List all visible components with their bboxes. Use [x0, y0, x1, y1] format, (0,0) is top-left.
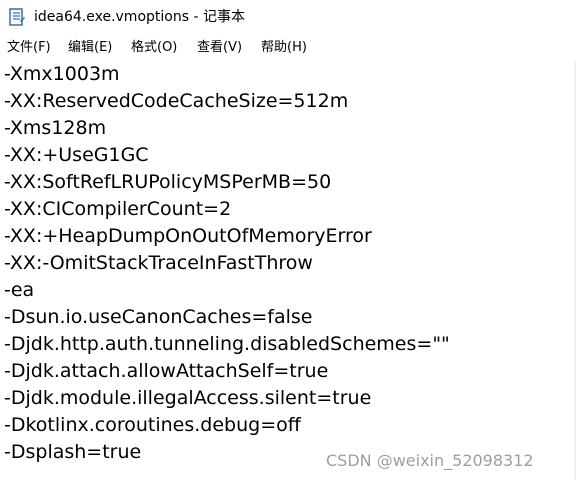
- title-bar: idea64.exe.vmoptions - 记事本: [0, 0, 576, 34]
- window-title: idea64.exe.vmoptions - 记事本: [34, 9, 245, 25]
- editor-line[interactable]: -XX:+UseG1GC: [4, 142, 149, 169]
- menu-view[interactable]: 查看(V): [197, 39, 242, 57]
- menu-bar: 文件(F) 编辑(E) 格式(O) 查看(V) 帮助(H): [0, 36, 576, 60]
- menu-file[interactable]: 文件(F): [7, 39, 51, 57]
- watermark: CSDN @weixin_52098312: [326, 451, 534, 470]
- editor-line[interactable]: -XX:SoftRefLRUPolicyMSPerMB=50: [4, 169, 331, 196]
- editor-line[interactable]: -Dsun.io.useCanonCaches=false: [4, 304, 312, 331]
- menu-edit[interactable]: 编辑(E): [68, 39, 112, 57]
- editor-line[interactable]: -XX:+HeapDumpOnOutOfMemoryError: [4, 223, 372, 250]
- text-editor[interactable]: -Xmx1003m -XX:ReservedCodeCacheSize=512m…: [0, 61, 576, 480]
- menu-format[interactable]: 格式(O): [131, 39, 177, 57]
- editor-line[interactable]: -Xmx1003m: [4, 61, 120, 88]
- editor-line[interactable]: -XX:ReservedCodeCacheSize=512m: [4, 88, 348, 115]
- editor-line[interactable]: -ea: [4, 277, 34, 304]
- editor-line[interactable]: -XX:CICompilerCount=2: [4, 196, 231, 223]
- menu-help[interactable]: 帮助(H): [261, 39, 307, 57]
- editor-line[interactable]: -Djdk.attach.allowAttachSelf=true: [4, 358, 328, 385]
- editor-line[interactable]: -Djdk.http.auth.tunneling.disabledScheme…: [4, 331, 450, 358]
- notepad-icon[interactable]: [8, 7, 26, 27]
- editor-line[interactable]: -Djdk.module.illegalAccess.silent=true: [4, 385, 371, 412]
- editor-line[interactable]: -Dkotlinx.coroutines.debug=off: [4, 412, 301, 439]
- editor-line[interactable]: -Dsplash=true: [4, 439, 141, 466]
- editor-line[interactable]: -Xms128m: [4, 115, 106, 142]
- editor-line[interactable]: -XX:-OmitStackTraceInFastThrow: [4, 250, 313, 277]
